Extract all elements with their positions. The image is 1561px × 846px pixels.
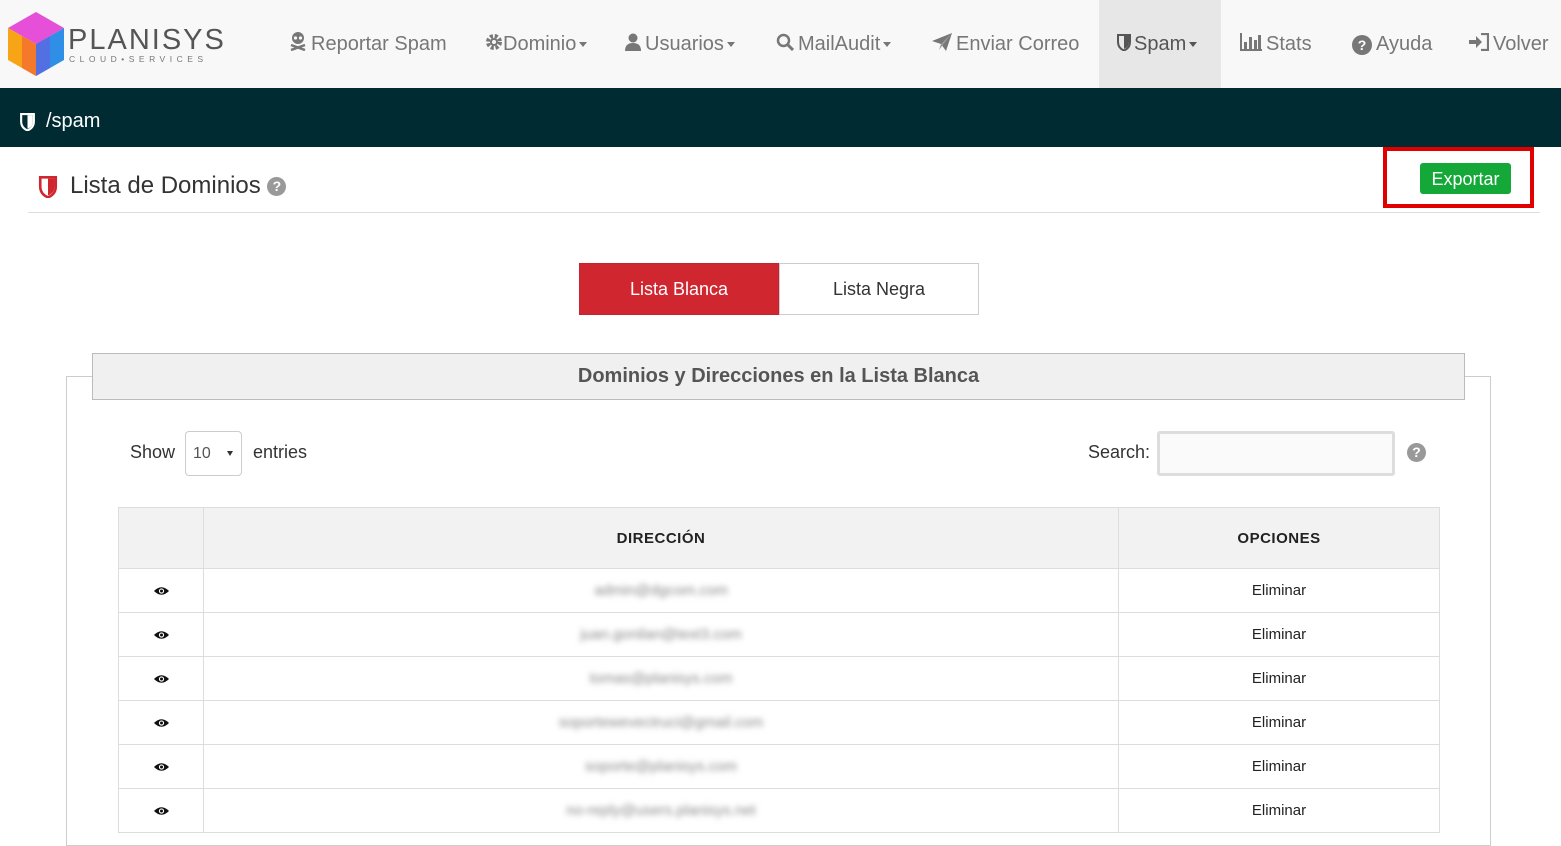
delete-link[interactable]: Eliminar [1118, 656, 1440, 701]
delete-link[interactable]: Eliminar [1118, 788, 1440, 833]
cube-logo-icon [8, 12, 64, 76]
breadcrumb-bar: /spam [0, 88, 1561, 147]
page-title: Lista de Dominios ? [70, 172, 287, 200]
search-label: Search: [1088, 442, 1151, 462]
question-circle-icon[interactable]: ? [1407, 443, 1426, 462]
breadcrumb: /spam [46, 110, 101, 132]
table-row: no-reply@users.planisys.net Eliminar [118, 788, 1440, 833]
top-navbar: PLANISYS CLOUD•SERVICES Reportar Spam Do… [0, 0, 1561, 88]
gear-icon [485, 1, 503, 89]
address-cell: soportewevectruci@gmail.com [203, 700, 1119, 745]
nav-dominio[interactable]: Dominio [485, 0, 588, 89]
table-row: soportewevectruci@gmail.com Eliminar [118, 700, 1440, 745]
tab-lista-blanca[interactable]: Lista Blanca [579, 263, 779, 315]
page-header: Lista de Dominios ? [28, 168, 1540, 213]
shield-icon [38, 176, 58, 203]
view-cell[interactable] [118, 612, 204, 657]
table-row: soporte@planisys.com Eliminar [118, 744, 1440, 789]
search-input[interactable] [1157, 431, 1395, 476]
search-icon [776, 1, 795, 89]
view-cell[interactable] [118, 788, 204, 833]
eye-icon [153, 631, 169, 639]
address-text: soportewevectruci@gmail.com [558, 714, 764, 731]
table-row: juan.gonilan@text3.com Eliminar [118, 612, 1440, 657]
user-icon [625, 1, 641, 89]
nav-stats[interactable]: Stats [1240, 0, 1312, 88]
chevron-down-icon [883, 42, 892, 48]
paper-plane-icon [932, 1, 952, 89]
skull-crossbones-icon [289, 1, 307, 89]
chevron-down-icon [227, 451, 233, 456]
address-text: juan.gonilan@text3.com [580, 626, 742, 643]
eye-icon [153, 587, 169, 595]
page-title-text: Lista de Dominios [70, 172, 261, 199]
nav-usuarios-label: Usuarios [645, 33, 724, 55]
table-row: tomas@planisys.com Eliminar [118, 656, 1440, 701]
nav-mailaudit[interactable]: MailAudit [776, 0, 892, 89]
delete-link[interactable]: Eliminar [1118, 700, 1440, 745]
address-cell: soporte@planisys.com [203, 744, 1119, 789]
view-cell[interactable] [118, 568, 204, 613]
col-direccion[interactable]: DIRECCIÓN [203, 507, 1119, 569]
bar-chart-icon [1240, 1, 1262, 89]
entries-select[interactable]: 10 [185, 431, 242, 476]
delete-link[interactable]: Eliminar [1118, 612, 1440, 657]
nav-dominio-label: Dominio [503, 33, 577, 55]
delete-link[interactable]: Eliminar [1118, 568, 1440, 613]
address-cell: juan.gonilan@text3.com [203, 612, 1119, 657]
nav-enviar-correo[interactable]: Enviar Correo [932, 0, 1079, 88]
question-circle-icon[interactable]: ? [267, 177, 287, 197]
eye-icon [153, 675, 169, 683]
show-label: Show [130, 442, 176, 462]
whitelist-table: DIRECCIÓN OPCIONES admin@dgcom.com Elimi… [118, 507, 1440, 833]
export-button[interactable]: Exportar [1420, 163, 1511, 194]
nav-spam[interactable]: Spam [1099, 0, 1221, 88]
panel-title: Dominios y Direcciones en la Lista Blanc… [92, 353, 1465, 400]
address-text: soporte@planisys.com [585, 758, 737, 775]
view-cell[interactable] [118, 744, 204, 789]
brand-name: PLANISYS [68, 24, 226, 56]
nav-enviar-label: Enviar Correo [956, 33, 1080, 55]
address-cell: no-reply@users.planisys.net [203, 788, 1119, 833]
table-body: admin@dgcom.com Eliminar juan.gonilan@te… [118, 568, 1440, 833]
view-cell[interactable] [118, 656, 204, 701]
brand-tagline: CLOUD•SERVICES [69, 54, 208, 64]
nav-spam-label: Spam [1134, 33, 1187, 55]
brand-logo[interactable]: PLANISYS CLOUD•SERVICES [8, 12, 224, 76]
eye-icon [153, 807, 169, 815]
sign-in-icon [1469, 1, 1490, 89]
delete-link[interactable]: Eliminar [1118, 744, 1440, 789]
address-text: no-reply@users.planisys.net [566, 802, 756, 819]
nav-reportar-spam[interactable]: Reportar Spam [289, 0, 447, 88]
entries-select-value: 10 [193, 445, 211, 462]
nav-reportar-label: Reportar Spam [311, 33, 447, 55]
entries-label: entries [253, 442, 308, 462]
shield-icon [1117, 1, 1131, 89]
shield-icon [20, 113, 35, 136]
col-opciones: OPCIONES [1118, 507, 1440, 569]
chevron-down-icon [1189, 42, 1198, 48]
nav-volver-label: Volver [1493, 33, 1549, 55]
nav-ayuda-label: Ayuda [1376, 33, 1433, 55]
chevron-down-icon [579, 42, 588, 48]
address-text: admin@dgcom.com [594, 582, 728, 599]
eye-icon [153, 719, 169, 727]
chevron-down-icon [726, 42, 735, 48]
nav-volver[interactable]: Volver [1469, 0, 1549, 88]
tab-lista-negra[interactable]: Lista Negra [779, 263, 979, 315]
view-cell[interactable] [118, 700, 204, 745]
table-header-row: DIRECCIÓN OPCIONES [118, 507, 1440, 569]
eye-icon [153, 763, 169, 771]
address-cell: tomas@planisys.com [203, 656, 1119, 701]
nav-mailaudit-label: MailAudit [798, 33, 881, 55]
address-text: tomas@planisys.com [589, 670, 733, 687]
col-view [118, 507, 204, 569]
address-cell: admin@dgcom.com [203, 568, 1119, 613]
nav-ayuda[interactable]: ? Ayuda [1352, 0, 1432, 88]
nav-stats-label: Stats [1266, 33, 1312, 55]
nav-usuarios[interactable]: Usuarios [625, 0, 735, 88]
table-row: admin@dgcom.com Eliminar [118, 568, 1440, 613]
question-circle-icon: ? [1352, 34, 1372, 55]
